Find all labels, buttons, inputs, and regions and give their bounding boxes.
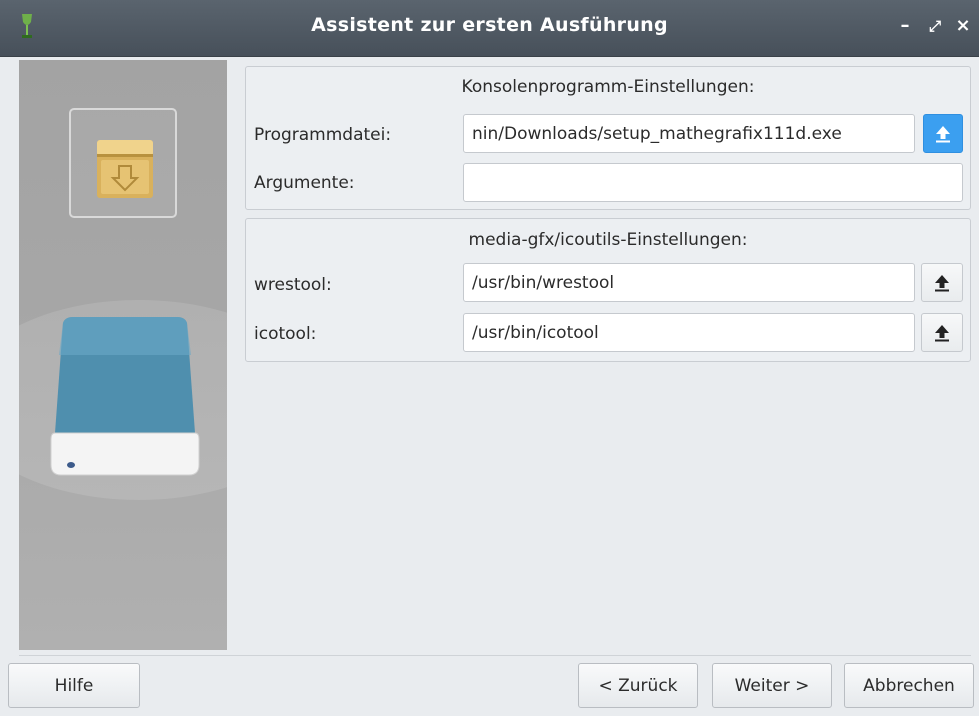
close-button[interactable]: × <box>951 14 975 38</box>
upload-arrow-icon <box>935 274 949 291</box>
maximize-button[interactable]: ⤢ <box>923 14 947 38</box>
package-frame <box>69 108 177 218</box>
minimize-button[interactable]: – <box>893 14 917 38</box>
icotool-label: icotool: <box>254 324 317 344</box>
arguments-label: Argumente: <box>254 173 355 193</box>
icoutils-settings-group: media-gfx/icoutils-Einstellungen: wresto… <box>245 218 971 362</box>
wrestool-label: wrestool: <box>254 275 332 295</box>
browse-wrestool-button[interactable] <box>921 263 963 302</box>
back-button[interactable]: < Zurück <box>578 663 698 708</box>
wizard-sidebar <box>19 60 227 650</box>
program-file-field[interactable]: nin/Downloads/setup_mathegrafix111d.exe <box>463 114 915 153</box>
upload-arrow-icon <box>935 324 949 341</box>
console-settings-group: Konsolenprogramm-Einstellungen: Programm… <box>245 66 971 210</box>
browse-program-button[interactable] <box>923 114 963 153</box>
program-file-label: Programmdatei: <box>254 125 392 145</box>
drive-icon <box>50 317 200 476</box>
console-settings-title: Konsolenprogramm-Einstellungen: <box>461 77 755 97</box>
upload-arrow-icon <box>936 125 950 142</box>
help-button[interactable]: Hilfe <box>8 663 140 708</box>
next-button[interactable]: Weiter > <box>712 663 832 708</box>
title-bar: Assistent zur ersten Ausführung – ⤢ × <box>0 0 979 57</box>
cancel-button[interactable]: Abbrechen <box>844 663 974 708</box>
icotool-field[interactable]: /usr/bin/icotool <box>463 313 915 352</box>
icoutils-settings-title: media-gfx/icoutils-Einstellungen: <box>468 230 748 250</box>
wrestool-field[interactable]: /usr/bin/wrestool <box>463 263 915 302</box>
window-title: Assistent zur ersten Ausführung <box>311 14 668 36</box>
package-icon <box>97 140 153 198</box>
footer-separator <box>19 655 971 656</box>
arguments-field[interactable] <box>463 163 963 202</box>
browse-icotool-button[interactable] <box>921 313 963 352</box>
